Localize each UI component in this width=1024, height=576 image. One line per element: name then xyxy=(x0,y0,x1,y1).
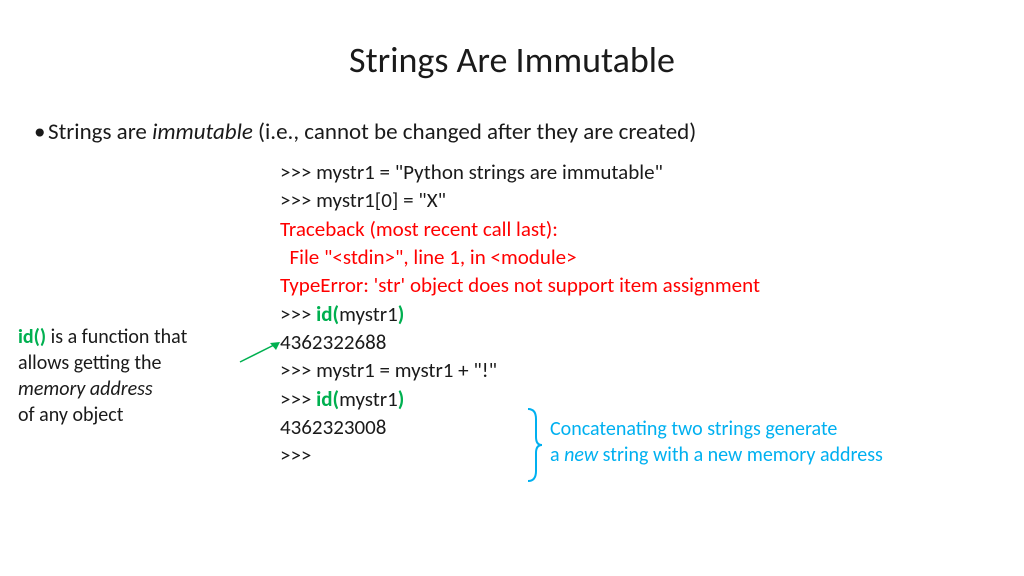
bullet-text: •Strings are immutable (i.e., cannot be … xyxy=(34,118,696,146)
id-arg-1: mystr1 xyxy=(339,301,398,327)
code-line-7: 4362322688 xyxy=(280,329,386,355)
sidenote-l3: memory address xyxy=(18,377,153,401)
code-line-9-prompt: >>> xyxy=(280,386,316,412)
slide-title: Strings Are Immutable xyxy=(0,38,1024,82)
traceback-line-3: TypeError: 'str' object does not support… xyxy=(280,272,760,298)
id-call-open: id( xyxy=(316,301,339,327)
rightnote-l2c: string with a new memory address xyxy=(598,443,883,467)
rightnote-l2a: a xyxy=(550,443,564,467)
bullet-dot: • xyxy=(34,118,48,146)
concatenation-note: Concatenating two strings generate a new… xyxy=(550,416,883,468)
bullet-post: (i.e., cannot be changed after they are … xyxy=(253,118,696,146)
arrow-icon xyxy=(236,340,280,366)
bullet-em: immutable xyxy=(152,118,253,146)
traceback-line-1: Traceback (most recent call last): xyxy=(280,216,558,242)
id-function-note: id() is a function that allows getting t… xyxy=(18,324,238,428)
code-line-10: 4362323008 xyxy=(280,414,386,440)
code-line-2: >>> mystr1[0] = "X" xyxy=(280,187,446,213)
code-line-1: >>> mystr1 = "Python strings are immutab… xyxy=(280,159,663,185)
id-call-close: ) xyxy=(398,301,405,327)
rightnote-l1: Concatenating two strings generate xyxy=(550,417,837,441)
id-arg-2: mystr1 xyxy=(339,386,398,412)
code-line-8: >>> mystr1 = mystr1 + "!" xyxy=(280,357,497,383)
code-line-11: >>> xyxy=(280,442,311,468)
bullet-pre: Strings are xyxy=(48,118,152,146)
traceback-line-2: File "<stdin>", line 1, in <module> xyxy=(280,244,577,270)
code-line-6-prompt: >>> xyxy=(280,301,316,327)
bracket-icon xyxy=(524,405,544,485)
sidenote-l4: of any object xyxy=(18,403,123,427)
id-call-open-2: id( xyxy=(316,386,339,412)
sidenote-l1b: is a function that xyxy=(46,325,187,349)
id-keyword: id() xyxy=(18,325,46,349)
sidenote-l2: allows getting the xyxy=(18,351,162,375)
rightnote-l2b: new xyxy=(564,443,598,467)
id-call-close-2: ) xyxy=(398,386,405,412)
